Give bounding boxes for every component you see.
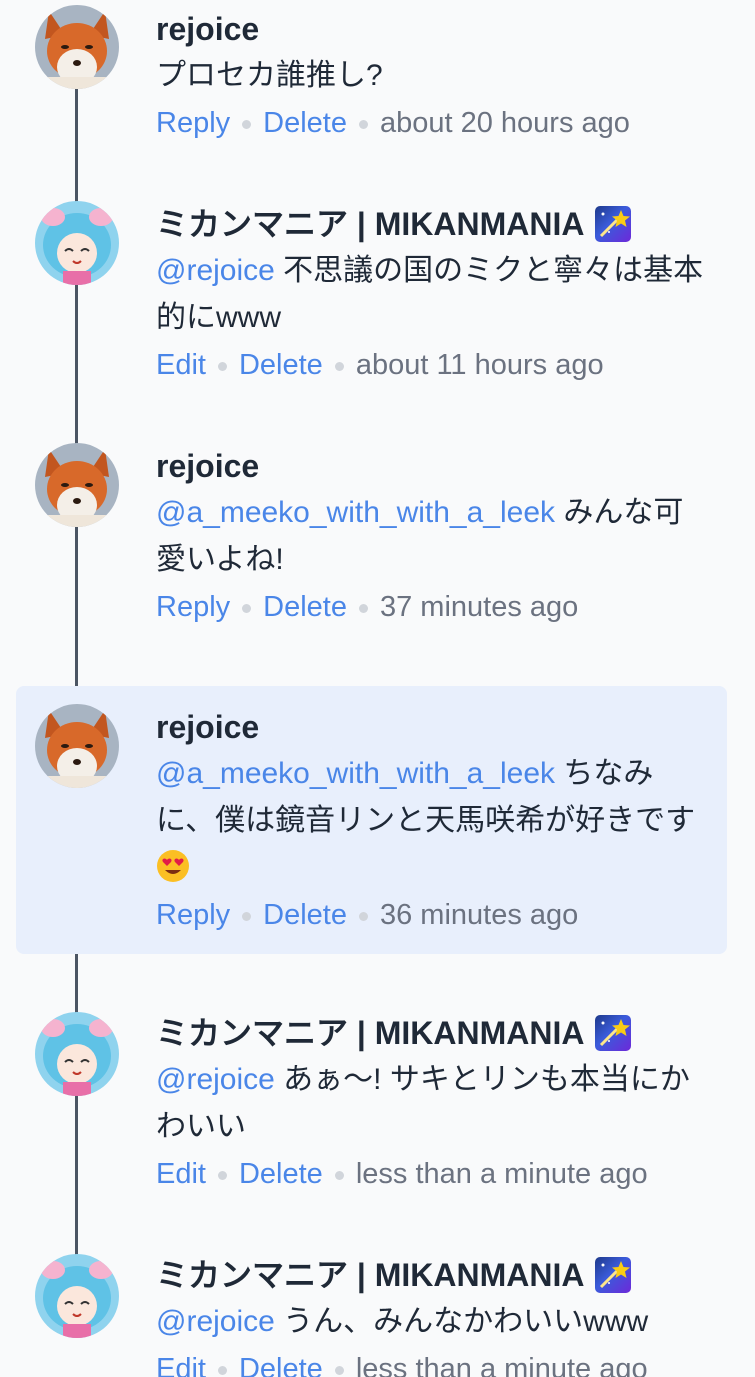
fox-avatar[interactable] xyxy=(35,704,119,788)
reply-button[interactable]: Reply xyxy=(156,107,230,139)
comment-text: @rejoice あぁ〜! サキとリンも本当にかわいい xyxy=(156,1063,690,1143)
comment-author[interactable]: ミカンマニア | MIKANMANIA xyxy=(156,201,711,247)
comment-meta: Edit Delete about 11 hours ago xyxy=(156,341,711,389)
comment-author[interactable]: rejoice xyxy=(156,6,711,52)
mention-link[interactable]: @rejoice xyxy=(156,1063,275,1096)
highlighted-comment: rejoice @a_meeko_with_with_a_leek ちなみに、僕… xyxy=(16,686,727,954)
comment: ミカンマニア | MIKANMANIA @rejoice うん、みんなかわいいw… xyxy=(16,1250,727,1377)
anime-girl-avatar-image xyxy=(35,1012,119,1096)
comment-thread: rejoice プロセカ誰推し? Reply Delete about 20 hou… xyxy=(0,0,755,1377)
fox-avatar[interactable] xyxy=(35,443,119,527)
separator-dot xyxy=(334,1170,344,1180)
anime-girl-avatar[interactable] xyxy=(35,1254,119,1338)
edit-button[interactable]: Edit xyxy=(156,349,206,381)
separator-dot xyxy=(242,119,252,129)
comment-meta: Reply Delete about 20 hours ago xyxy=(156,99,711,147)
separator-dot xyxy=(217,361,227,371)
delete-button[interactable]: Delete xyxy=(263,899,347,931)
comment-text: プロセカ誰推し? xyxy=(156,59,383,92)
separator-dot xyxy=(358,911,368,921)
fox-avatar[interactable] xyxy=(35,5,119,89)
delete-button[interactable]: Delete xyxy=(239,1353,323,1377)
comment: ミカンマニア | MIKANMANIA @rejoice 不思議の国のミクと寧々… xyxy=(16,195,727,395)
anime-girl-avatar[interactable] xyxy=(35,1012,119,1096)
shooting-star-badge-icon xyxy=(594,1015,631,1051)
timestamp: 36 minutes ago xyxy=(379,899,579,931)
mention-link[interactable]: @rejoice xyxy=(156,254,275,287)
heart-eyes-emoji xyxy=(157,850,189,882)
separator-dot xyxy=(334,361,344,371)
fox-avatar-image xyxy=(35,443,119,527)
timestamp: less than a minute ago xyxy=(355,1353,648,1377)
separator-dot xyxy=(217,1365,227,1375)
mention-link[interactable]: @rejoice xyxy=(156,1305,275,1338)
mention-link[interactable]: @a_meeko_with_with_a_leek xyxy=(156,496,555,529)
timestamp: 37 minutes ago xyxy=(379,591,579,623)
comment-author[interactable]: rejoice xyxy=(156,443,711,489)
comment-author[interactable]: ミカンマニア | MIKANMANIA xyxy=(156,1252,711,1298)
comment-author[interactable]: rejoice xyxy=(156,704,711,750)
fox-avatar-image xyxy=(35,5,119,89)
delete-button[interactable]: Delete xyxy=(239,349,323,381)
fox-avatar-image xyxy=(35,704,119,788)
timestamp: less than a minute ago xyxy=(355,1158,648,1190)
comment: rejoice プロセカ誰推し? Reply Delete about 20 hou… xyxy=(16,0,727,150)
delete-button[interactable]: Delete xyxy=(263,107,347,139)
comment: rejoice @a_meeko_with_with_a_leek みんな可愛い… xyxy=(16,437,727,637)
reply-button[interactable]: Reply xyxy=(156,591,230,623)
comment-text: @a_meeko_with_with_a_leek みんな可愛いよね! xyxy=(156,496,684,576)
separator-dot xyxy=(334,1365,344,1375)
anime-girl-avatar-image xyxy=(35,201,119,285)
shooting-star-badge-icon xyxy=(594,1257,631,1293)
comment-text: @rejoice うん、みんなかわいいwww xyxy=(156,1305,649,1338)
timestamp: about 11 hours ago xyxy=(355,349,604,381)
delete-button[interactable]: Delete xyxy=(263,591,347,623)
comment-author[interactable]: ミカンマニア | MIKANMANIA xyxy=(156,1010,711,1056)
delete-button[interactable]: Delete xyxy=(239,1158,323,1190)
mention-link[interactable]: @a_meeko_with_with_a_leek xyxy=(156,757,555,790)
timestamp: about 20 hours ago xyxy=(379,107,630,139)
edit-button[interactable]: Edit xyxy=(156,1158,206,1190)
anime-girl-avatar[interactable] xyxy=(35,201,119,285)
anime-girl-avatar-image xyxy=(35,1254,119,1338)
comment: ミカンマニア | MIKANMANIA @rejoice あぁ〜! サキとリンも… xyxy=(16,1007,727,1207)
comment-text: @rejoice 不思議の国のミクと寧々は基本的にwww xyxy=(156,254,704,334)
separator-dot xyxy=(358,603,368,613)
comment-meta: Reply Delete 36 minutes ago xyxy=(156,891,711,939)
comment-meta: Reply Delete 37 minutes ago xyxy=(156,583,711,631)
edit-button[interactable]: Edit xyxy=(156,1353,206,1377)
separator-dot xyxy=(242,603,252,613)
shooting-star-badge-icon xyxy=(594,206,631,242)
separator-dot xyxy=(358,119,368,129)
reply-button[interactable]: Reply xyxy=(156,899,230,931)
separator-dot xyxy=(242,911,252,921)
separator-dot xyxy=(217,1170,227,1180)
comment-meta: Edit Delete less than a minute ago xyxy=(156,1345,711,1377)
comment-meta: Edit Delete less than a minute ago xyxy=(156,1150,711,1198)
comment-text: @a_meeko_with_with_a_leek ちなみに、僕は鏡音リンと天馬… xyxy=(156,750,711,891)
